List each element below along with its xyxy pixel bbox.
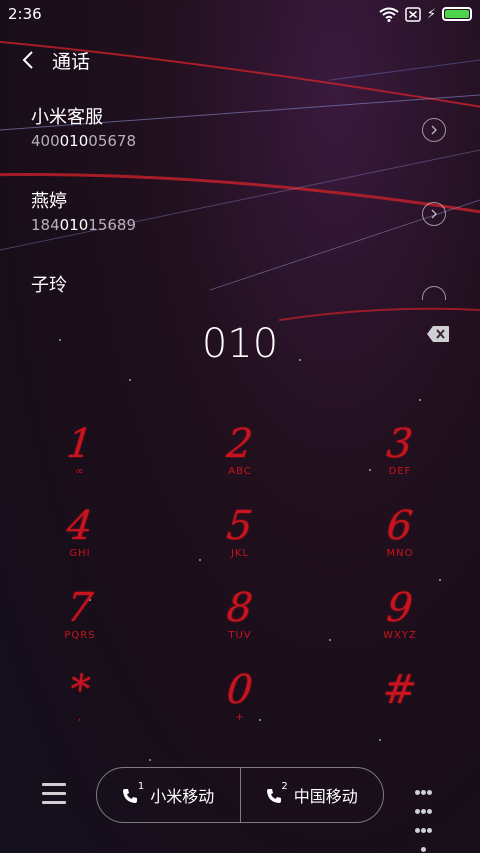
menu-icon[interactable] [42, 783, 66, 805]
status-bar: 2:36 ⚡ [0, 0, 480, 28]
voicemail-icon: ∞ [75, 466, 85, 477]
phone-icon: 2 [266, 781, 288, 805]
contact-suggestion[interactable]: 燕婷 18401015689 [0, 182, 480, 266]
call-sim1-label: 小米移动 [150, 787, 215, 806]
battery-icon [442, 7, 472, 21]
chevron-left-icon [22, 51, 33, 69]
call-sim2-button[interactable]: 2 中国移动 [239, 768, 384, 822]
contact-name: 子玲 [31, 275, 67, 296]
contact-number: 40001005678 [31, 132, 136, 150]
key-7[interactable]: 7 PQRS [0, 574, 160, 656]
dial-keypad: 1 ∞ 2 ABC 3 DEF 4 GHI 5 JKL 6 MNO 7 PQRS 8 TUV 9… [0, 410, 480, 740]
call-buttons: 1 小米移动 2 中国移动 [96, 767, 384, 823]
key-0[interactable]: 0 + [160, 656, 320, 738]
contact-detail-button[interactable] [422, 202, 446, 226]
key-9[interactable]: 9 WXYZ [320, 574, 480, 656]
contact-suggestions: 小米客服 40001005678 燕婷 18401015689 子玲 [0, 98, 480, 350]
dialed-number: 010 [201, 321, 279, 367]
backspace-icon[interactable] [426, 325, 450, 343]
key-6[interactable]: 6 MNO [320, 492, 480, 574]
dialpad-toggle-icon[interactable] [415, 781, 437, 852]
key-8[interactable]: 8 TUV [160, 574, 320, 656]
contact-number: 18401015689 [31, 216, 136, 234]
key-star[interactable]: *, [0, 656, 160, 738]
contact-detail-button[interactable] [422, 118, 446, 142]
charging-icon: ⚡ [426, 6, 436, 22]
bottom-bar: 1 小米移动 2 中国移动 [0, 765, 480, 852]
page-title: 通话 [52, 50, 91, 73]
status-time: 2:36 [8, 5, 42, 23]
contact-name: 小米客服 [31, 107, 103, 128]
key-4[interactable]: 4 GHI [0, 492, 160, 574]
phone-icon: 1 [122, 781, 144, 805]
chevron-right-icon [431, 209, 437, 219]
status-icons: ⚡ [379, 7, 472, 22]
key-3[interactable]: 3 DEF [320, 410, 480, 492]
back-button[interactable] [0, 40, 56, 80]
key-2[interactable]: 2 ABC [160, 410, 320, 492]
wifi-icon [379, 7, 399, 22]
key-hash[interactable]: # [320, 656, 480, 738]
call-sim2-label: 中国移动 [293, 787, 358, 806]
key-1[interactable]: 1 ∞ [0, 410, 160, 492]
chevron-right-icon [431, 125, 437, 135]
call-sim1-button[interactable]: 1 小米移动 [97, 768, 240, 822]
no-sim-icon [405, 6, 421, 22]
header: 通话 [0, 40, 480, 80]
contact-name: 燕婷 [31, 191, 67, 212]
key-5[interactable]: 5 JKL [160, 492, 320, 574]
contact-suggestion[interactable]: 小米客服 40001005678 [0, 98, 480, 182]
